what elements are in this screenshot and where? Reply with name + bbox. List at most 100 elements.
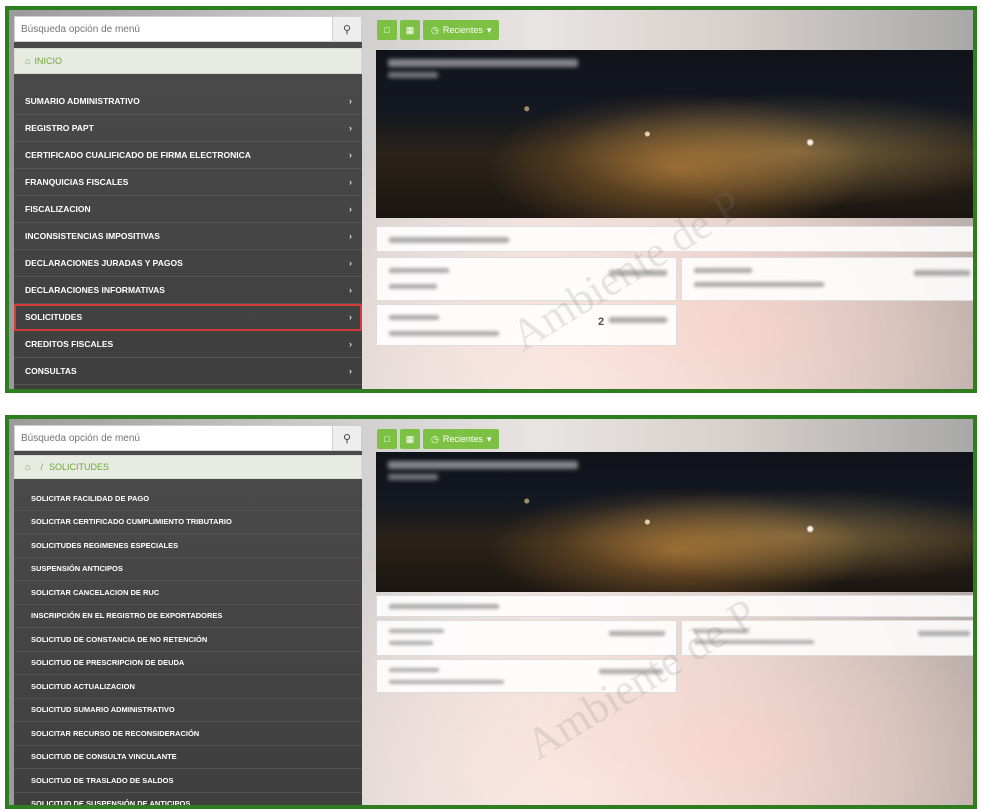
info-card-right (681, 620, 973, 656)
submenu-item-label: SUSPENSIÓN ANTICIPOS (31, 564, 123, 574)
submenu-item[interactable]: SOLICITAR CERTIFICADO CUMPLIMIENTO TRIBU… (14, 511, 362, 534)
breadcrumb[interactable]: ⌂ INICIO (14, 48, 362, 74)
submenu-item-label: SOLICITUD DE PRESCRIPCION DE DEUDA (31, 658, 185, 668)
redacted-text (389, 268, 449, 273)
screenshot-panel-top: ⚲ ⌂ INICIO SUMARIO ADMINISTRATIVO›REGIST… (5, 6, 977, 393)
chevron-right-icon: › (349, 96, 352, 106)
search-input[interactable] (15, 17, 333, 41)
sidebar-item[interactable]: SUMARIO ADMINISTRATIVO › (14, 88, 362, 115)
calculator-button[interactable]: ▦ (400, 429, 420, 449)
breadcrumb[interactable]: ⌂ / SOLICITUDES (14, 455, 362, 479)
submenu-item-label: SOLICITUD DE TRASLADO DE SALDOS (31, 775, 174, 785)
redacted-text (389, 315, 439, 320)
search-input[interactable] (15, 426, 333, 450)
document-icon: □ (384, 434, 390, 444)
chevron-right-icon: › (349, 123, 352, 133)
info-header-card (376, 226, 973, 252)
submenu-item[interactable]: SOLICITUD ACTUALIZACION (14, 675, 362, 699)
submenu-item[interactable]: SOLICITUD DE CONSTANCIA DE NO RETENCIÓN (14, 628, 362, 652)
redacted-text (609, 270, 667, 276)
submenu-item[interactable]: SOLICITAR FACILIDAD DE PAGO (14, 487, 362, 511)
redacted-text (389, 668, 439, 672)
chevron-right-icon: › (349, 177, 352, 187)
sidebar-item[interactable]: REGISTRO PAPT › (14, 115, 362, 142)
chevron-right-icon: › (349, 258, 352, 268)
sidebar-item[interactable]: CERTIFICADO CUALIFICADO DE FIRMA ELECTRO… (14, 142, 362, 169)
breadcrumb-separator: / (40, 462, 43, 472)
submenu-item-label: SOLICITUDES REGIMENES ESPECIALES (31, 540, 179, 550)
search-button[interactable]: ⚲ (332, 17, 361, 41)
sidebar-menu: SUMARIO ADMINISTRATIVO › REGISTRO PAPT › CER… (14, 88, 362, 385)
chevron-right-icon: › (349, 150, 352, 160)
new-document-button[interactable]: □ (377, 20, 397, 40)
recent-label: Recientes (442, 434, 483, 444)
submenu-item[interactable]: SOLICITUD DE PRESCRIPCION DE DEUDA (14, 652, 362, 675)
taxpayer-name-redacted (388, 461, 578, 469)
sidebar-item[interactable]: FRANQUICIAS FISCALES › (14, 169, 362, 196)
submenu-item[interactable]: SOLICITUD DE CONSULTA VINCULANTE (14, 746, 362, 769)
submenu-item-label: INSCRIPCIÓN EN EL REGISTRO DE EXPORTADOR… (31, 611, 223, 621)
submenu-item-label: SOLICITAR FACILIDAD DE PAGO (31, 493, 150, 503)
recent-dropdown[interactable]: ◷ Recientes ▾ (423, 20, 500, 40)
submenu-item[interactable]: SOLICITUD DE TRASLADO DE SALDOS (14, 769, 362, 793)
submenu-item-label: SOLICITAR RECURSO DE RECONSIDERACIÓN (31, 728, 200, 738)
partial-value: 2 (598, 316, 605, 328)
info-card-left (376, 257, 677, 301)
sidebar-item[interactable]: SOLICITUDES › (14, 304, 362, 331)
chevron-right-icon: › (349, 285, 352, 295)
search-box: ⚲ (14, 16, 362, 42)
sidebar-item-label: SOLICITUDES (25, 312, 83, 322)
caret-down-icon: ▾ (486, 433, 492, 444)
redacted-text (389, 237, 509, 243)
submenu-item[interactable]: SOLICITAR CANCELACION DE RUC (14, 581, 362, 605)
redacted-text (694, 268, 752, 273)
submenu-item[interactable]: SOLICITUD SUMARIO ADMINISTRATIVO (14, 699, 362, 722)
chevron-right-icon: › (349, 366, 352, 376)
sidebar-item[interactable]: FISCALIZACION › (14, 196, 362, 223)
clock-icon: ◷ (431, 433, 439, 444)
submenu-item[interactable]: SOLICITUD DE SUSPENSIÓN DE ANTICIPOS (14, 793, 362, 809)
sidebar-item-label: SUMARIO ADMINISTRATIVO (25, 96, 140, 106)
submenu-item-label: SOLICITAR CANCELACION DE RUC (31, 587, 160, 597)
sidebar-item-label: DECLARACIONES INFORMATIVAS (25, 285, 165, 295)
sidebar-item[interactable]: INCONSISTENCIAS IMPOSITIVAS › (14, 223, 362, 250)
new-document-button[interactable]: □ (377, 429, 397, 449)
submenu-item[interactable]: SOLICITUDES REGIMENES ESPECIALES (14, 534, 362, 558)
info-header-card (376, 595, 973, 617)
info-card-bottom: 2 (376, 304, 677, 346)
sidebar-item[interactable]: CONSULTAS › (14, 358, 362, 385)
redacted-text (918, 631, 970, 636)
sidebar: ⚲ ⌂ / SOLICITUDES SOLICITAR FACILIDAD DE… (14, 425, 362, 805)
search-icon: ⚲ (342, 23, 352, 36)
recent-dropdown[interactable]: ◷ Recientes ▾ (423, 429, 500, 449)
submenu-item-label: SOLICITUD DE SUSPENSIÓN DE ANTICIPOS (31, 799, 191, 809)
sidebar-item-label: CONSULTAS (25, 366, 77, 376)
profile-banner (376, 452, 973, 592)
submenu-item-label: SOLICITUD DE CONSTANCIA DE NO RETENCIÓN (31, 634, 208, 644)
chevron-right-icon: › (349, 312, 352, 322)
submenu-item[interactable]: SUSPENSIÓN ANTICIPOS (14, 558, 362, 581)
sidebar: ⚲ ⌂ INICIO SUMARIO ADMINISTRATIVO›REGIST… (14, 16, 362, 389)
submenu-item[interactable]: INSCRIPCIÓN EN EL REGISTRO DE EXPORTADOR… (14, 605, 362, 628)
toolbar: □ ▦ ◷ Recientes ▾ (377, 20, 500, 42)
info-card-bottom (376, 659, 677, 693)
caret-down-icon: ▾ (486, 24, 492, 35)
taxpayer-subtitle-redacted (388, 72, 438, 78)
sidebar-item-label: FISCALIZACION (25, 204, 91, 214)
sidebar-item[interactable]: DECLARACIONES JURADAS Y PAGOS › (14, 250, 362, 277)
submenu-item-label: SOLICITAR CERTIFICADO CUMPLIMIENTO TRIBU… (31, 517, 232, 527)
sidebar-item-label: FRANQUICIAS FISCALES (25, 177, 129, 187)
submenu-item-label: SOLICITUD ACTUALIZACION (31, 681, 135, 691)
calculator-icon: ▦ (405, 433, 415, 444)
sidebar-item[interactable]: CREDITOS FISCALES › (14, 331, 362, 358)
redacted-text (389, 629, 444, 633)
search-button[interactable]: ⚲ (332, 426, 361, 450)
calculator-button[interactable]: ▦ (400, 20, 420, 40)
submenu-item[interactable]: SOLICITAR RECURSO DE RECONSIDERACIÓN (14, 722, 362, 746)
redacted-text (389, 641, 433, 645)
redacted-text (389, 680, 504, 684)
sidebar-item[interactable]: DECLARACIONES INFORMATIVAS › (14, 277, 362, 304)
calculator-icon: ▦ (405, 24, 415, 35)
redacted-text (694, 640, 814, 644)
clock-icon: ◷ (431, 24, 439, 35)
